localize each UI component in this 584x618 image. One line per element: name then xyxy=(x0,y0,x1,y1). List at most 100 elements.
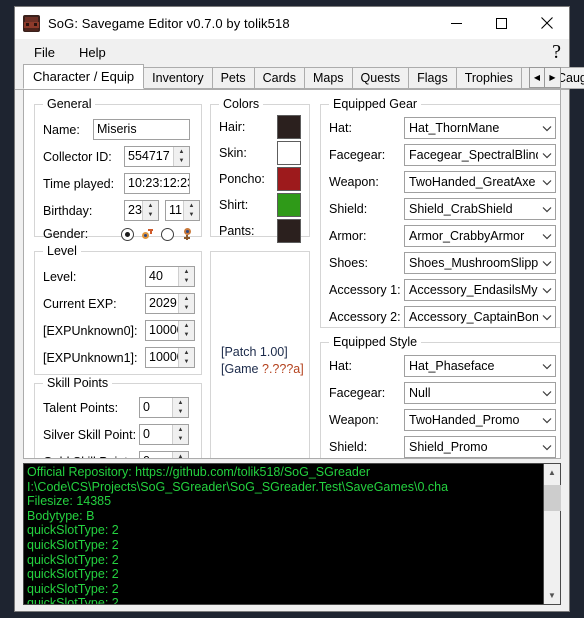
chevron-down-icon[interactable] xyxy=(538,206,555,213)
tab-inventory[interactable]: Inventory xyxy=(143,67,213,89)
gear-shield-combobox[interactable]: Shield_CrabShield xyxy=(404,198,556,220)
console-scrollbar-thumb[interactable] xyxy=(543,485,561,511)
style-shield-combobox[interactable]: Shield_Promo xyxy=(404,436,556,458)
birthday-day-stepper[interactable]: 23 ▲ ▼ xyxy=(124,200,159,221)
birthday-month-stepper-buttons[interactable]: ▲ ▼ xyxy=(183,201,199,220)
scroll-down-icon[interactable]: ▼ xyxy=(544,587,561,604)
talent-points-stepper[interactable]: 0 ▲ ▼ xyxy=(139,397,189,418)
style-hat-combobox[interactable]: Hat_Phaseface xyxy=(404,355,556,377)
poncho-color-swatch[interactable] xyxy=(277,167,301,191)
menu-help[interactable]: Help xyxy=(70,42,115,63)
name-input[interactable]: Miseris xyxy=(93,119,190,140)
chevron-down-icon[interactable] xyxy=(538,417,555,424)
talent-points-stepper-buttons[interactable]: ▲ ▼ xyxy=(172,398,188,417)
tab-scroll-left-icon[interactable]: ◀ xyxy=(529,67,545,88)
spin-up-icon[interactable]: ▲ xyxy=(184,201,199,211)
tab-cards[interactable]: Cards xyxy=(253,67,305,89)
tab-trophies[interactable]: Trophies xyxy=(455,67,522,89)
gear-accessory1-row: Accessory 1: Accessory_EndasilsMysteryCu… xyxy=(329,279,556,301)
menu-file[interactable]: File xyxy=(25,42,64,63)
app-icon xyxy=(23,14,40,32)
gender-male-radio[interactable] xyxy=(121,227,134,241)
chevron-down-icon[interactable] xyxy=(538,125,555,132)
gear-weapon-combobox[interactable]: TwoHanded_GreatAxe xyxy=(404,171,556,193)
chevron-down-icon[interactable] xyxy=(538,287,555,294)
exp-unknown0-stepper[interactable]: 10000 ▲ ▼ xyxy=(145,320,195,341)
spin-down-icon[interactable]: ▼ xyxy=(179,277,194,287)
exp-unknown1-stepper-buttons[interactable]: ▲ ▼ xyxy=(178,348,194,367)
spin-down-icon[interactable]: ▼ xyxy=(179,304,194,314)
chevron-down-icon[interactable] xyxy=(538,152,555,159)
minimize-button[interactable] xyxy=(434,7,479,39)
silver-skill-point-stepper-buttons[interactable]: ▲ ▼ xyxy=(172,425,188,444)
scroll-up-icon[interactable]: ▲ xyxy=(544,464,561,481)
spin-up-icon[interactable]: ▲ xyxy=(179,348,194,358)
gear-accessory1-combobox[interactable]: Accessory_EndasilsMysteryCube xyxy=(404,279,556,301)
app-window: SoG: Savegame Editor v0.7.0 by tolik518 … xyxy=(14,6,584,612)
time-played-row: Time played: 10:23:12:23 xyxy=(43,173,190,194)
close-button[interactable] xyxy=(524,7,569,39)
maximize-button[interactable] xyxy=(479,7,524,39)
exp-unknown1-stepper[interactable]: 10000 ▲ ▼ xyxy=(145,347,195,368)
birthday-month-stepper[interactable]: 11 ▲ ▼ xyxy=(165,200,200,221)
spin-up-icon[interactable]: ▲ xyxy=(173,425,188,435)
spin-up-icon[interactable]: ▲ xyxy=(173,452,188,458)
spin-up-icon[interactable]: ▲ xyxy=(174,147,189,157)
exp-unknown0-stepper-buttons[interactable]: ▲ ▼ xyxy=(178,321,194,340)
current-exp-stepper-buttons[interactable]: ▲ ▼ xyxy=(178,294,194,313)
gear-armor-combobox[interactable]: Armor_CrabbyArmor xyxy=(404,225,556,247)
spin-up-icon[interactable]: ▲ xyxy=(143,201,158,211)
current-exp-stepper[interactable]: 2029 ▲ ▼ xyxy=(145,293,195,314)
gold-skill-point-stepper-buttons[interactable]: ▲ ▼ xyxy=(172,452,188,458)
chevron-down-icon[interactable] xyxy=(538,233,555,240)
gold-skill-point-stepper[interactable]: 0 ▲ ▼ xyxy=(139,451,189,458)
spin-up-icon[interactable]: ▲ xyxy=(173,398,188,408)
tab-scroll-right-icon[interactable]: ▶ xyxy=(545,67,561,88)
spin-down-icon[interactable]: ▼ xyxy=(179,331,194,341)
spin-up-icon[interactable]: ▲ xyxy=(179,294,194,304)
tab-quests[interactable]: Quests xyxy=(351,67,410,89)
style-weapon-combobox[interactable]: TwoHanded_Promo xyxy=(404,409,556,431)
shirt-color-swatch[interactable] xyxy=(277,193,301,217)
spin-down-icon[interactable]: ▼ xyxy=(174,157,189,167)
spin-down-icon[interactable]: ▼ xyxy=(173,408,188,418)
level-stepper-buttons[interactable]: ▲ ▼ xyxy=(178,267,194,286)
pants-color-swatch[interactable] xyxy=(277,219,301,243)
chevron-down-icon[interactable] xyxy=(538,444,555,451)
spin-up-icon[interactable]: ▲ xyxy=(179,321,194,331)
level-stepper[interactable]: 40 ▲ ▼ xyxy=(145,266,195,287)
birthday-day-stepper-buttons[interactable]: ▲ ▼ xyxy=(142,201,158,220)
console-output[interactable]: Official Repository: https://github.com/… xyxy=(24,464,543,604)
chevron-down-icon[interactable] xyxy=(538,390,555,397)
gear-hat-combobox[interactable]: Hat_ThornMane xyxy=(404,117,556,139)
gear-shoes-combobox[interactable]: Shoes_MushroomSlippers xyxy=(404,252,556,274)
silver-skill-point-stepper[interactable]: 0 ▲ ▼ xyxy=(139,424,189,445)
console-line: quickSlotType: 2 xyxy=(27,537,119,552)
spin-down-icon[interactable]: ▼ xyxy=(184,211,199,221)
spin-down-icon[interactable]: ▼ xyxy=(179,358,194,368)
collector-id-stepper-buttons[interactable]: ▲ ▼ xyxy=(173,147,189,166)
tab-character-equip[interactable]: Character / Equip xyxy=(23,64,145,89)
console-scrollbar-track[interactable] xyxy=(543,481,561,587)
skin-color-swatch[interactable] xyxy=(277,141,301,165)
console-scrollbar[interactable]: ▲ ▼ xyxy=(543,464,561,604)
gear-accessory2-combobox[interactable]: Accessory_CaptainBonesHead xyxy=(404,306,556,328)
time-played-input[interactable]: 10:23:12:23 xyxy=(124,173,190,194)
gender-female-radio[interactable] xyxy=(161,227,174,241)
spin-up-icon[interactable]: ▲ xyxy=(179,267,194,277)
chevron-down-icon[interactable] xyxy=(538,260,555,267)
hair-color-swatch[interactable] xyxy=(277,115,301,139)
chevron-down-icon[interactable] xyxy=(538,314,555,321)
tab-pets[interactable]: Pets xyxy=(211,67,255,89)
spin-down-icon[interactable]: ▼ xyxy=(143,211,158,221)
tab-maps[interactable]: Maps xyxy=(303,67,353,89)
help-question-icon[interactable]: ? xyxy=(552,41,561,64)
chevron-down-icon[interactable] xyxy=(538,363,555,370)
gear-facegear-combobox[interactable]: Facegear_SpectralBlindfold xyxy=(404,144,556,166)
spin-down-icon[interactable]: ▼ xyxy=(173,435,188,445)
colors-group-title: Colors xyxy=(219,97,264,111)
chevron-down-icon[interactable] xyxy=(538,179,555,186)
collector-id-stepper[interactable]: 554717 ▲ ▼ xyxy=(124,146,190,167)
tab-flags[interactable]: Flags xyxy=(408,67,457,89)
style-facegear-combobox[interactable]: Null xyxy=(404,382,556,404)
